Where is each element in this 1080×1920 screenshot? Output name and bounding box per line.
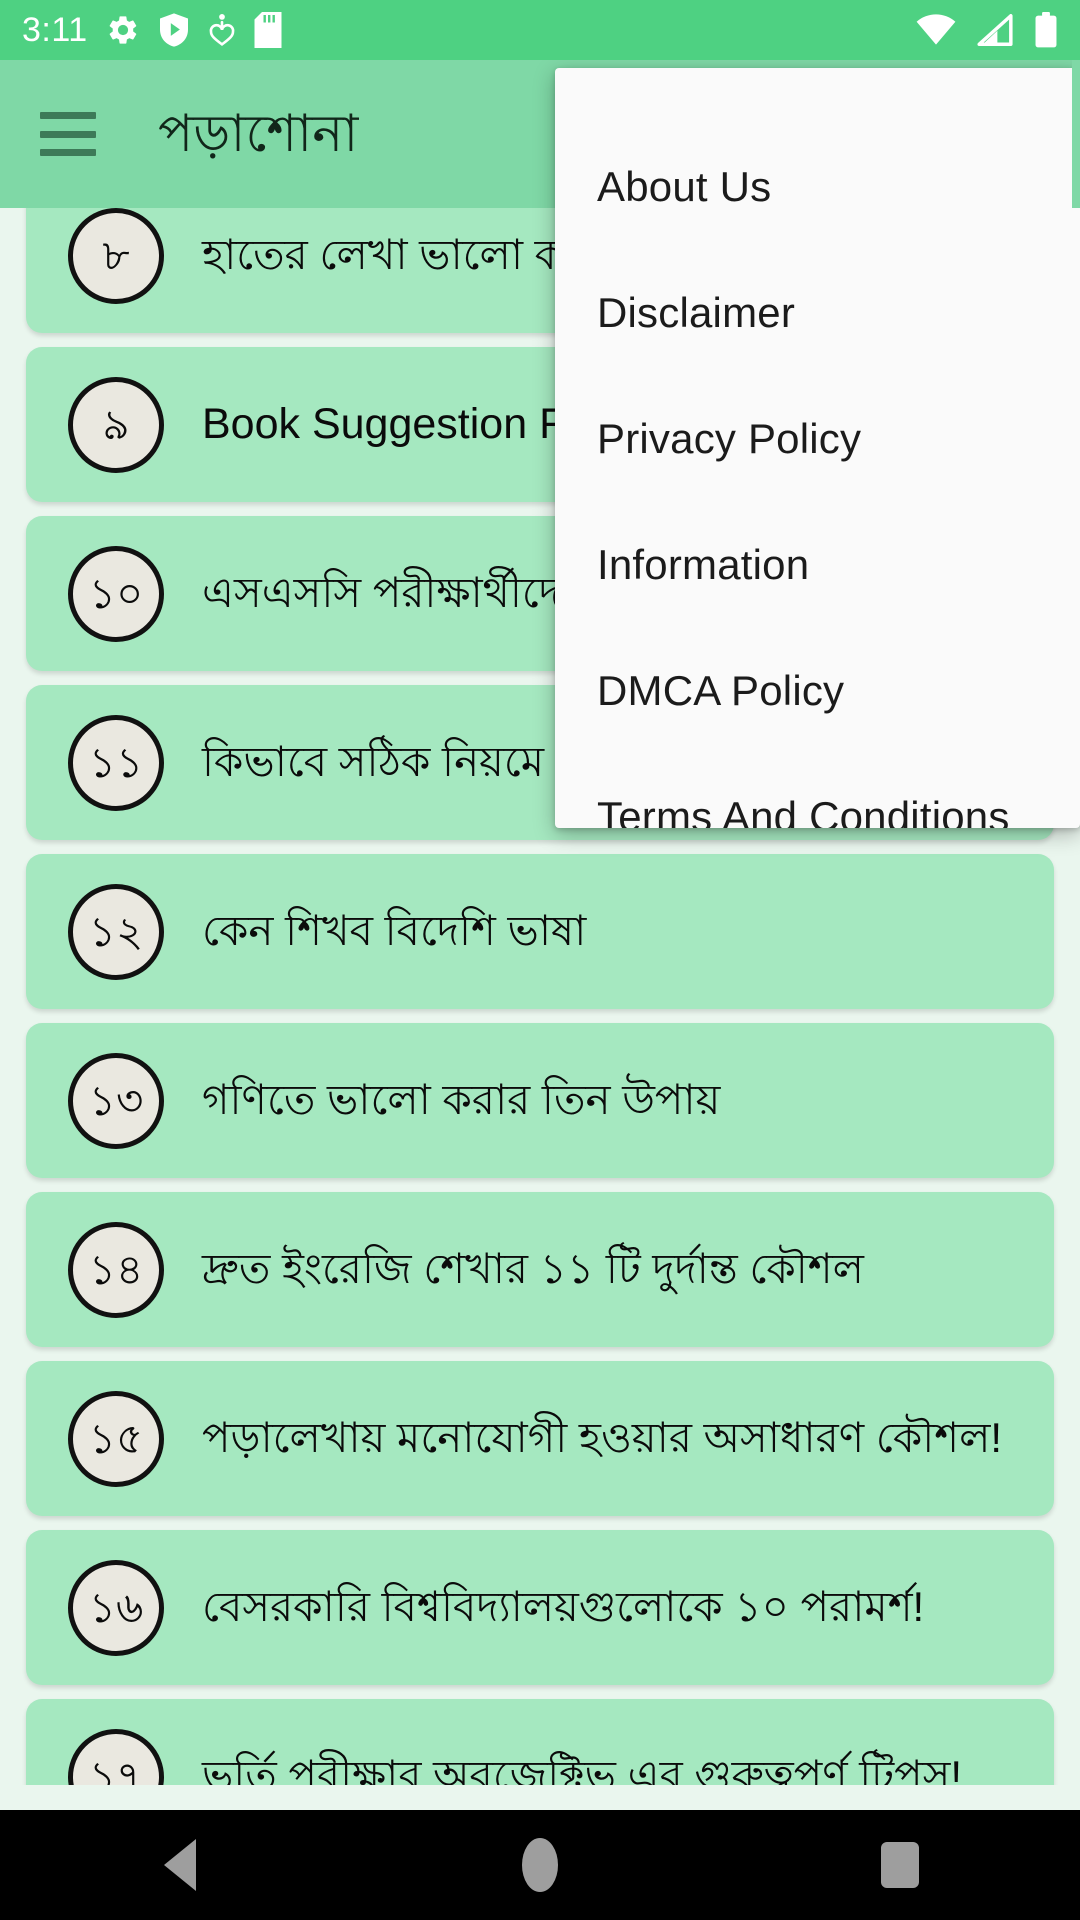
menu-item-privacy-policy[interactable]: Privacy Policy: [555, 376, 1080, 502]
menu-item-dmca-policy[interactable]: DMCA Policy: [555, 628, 1080, 754]
page-title: পড়াশোনা: [158, 105, 359, 163]
status-bar: 3:11: [0, 0, 1080, 60]
mobile-signal-icon: [977, 14, 1013, 46]
circle-home-icon: [522, 1838, 558, 1892]
list-item[interactable]: ১৭ ভর্তি পরীক্ষার অবজেক্টিভ এর গুরুত্বপূর…: [26, 1699, 1054, 1785]
triangle-back-icon: [164, 1839, 196, 1891]
hamburger-line: [40, 149, 96, 156]
status-bar-left-group: 3:11: [22, 12, 282, 48]
list-item-title: বেসরকারি বিশ্ববিদ্যালয়গুলোকে ১০ পরামর্শ…: [202, 1583, 925, 1631]
battery-full-icon: [1035, 12, 1057, 48]
list-item-number-badge: ১৫: [68, 1390, 164, 1487]
list-item-title: Book Suggestion F: [202, 399, 566, 448]
system-navigation-bar: [0, 1810, 1080, 1920]
list-item-number-badge: ১৭: [68, 1728, 164, 1785]
phone-screen: 3:11 পড়াশোনা ৮ হাতের লেখা ভালো ক ৯ Book…: [0, 0, 1080, 1920]
hamburger-line: [40, 130, 96, 138]
list-item-number-badge: ১১: [68, 714, 164, 811]
list-item-title: এসএসসি পরীক্ষার্থীদে: [202, 569, 561, 617]
list-item-number-badge: ১৩: [68, 1052, 164, 1149]
list-item-number-badge: ১৪: [68, 1221, 164, 1318]
home-button[interactable]: [450, 1810, 630, 1920]
menu-item-information[interactable]: Information: [555, 502, 1080, 628]
square-recents-icon: [881, 1842, 919, 1888]
list-item-title: দ্রুত ইংরেজি শেখার ১১ টি দুর্দান্ত কৌশল: [202, 1245, 864, 1293]
list-item[interactable]: ১৪ দ্রুত ইংরেজি শেখার ১১ টি দুর্দান্ত কৌশ…: [26, 1192, 1054, 1347]
heart-pulse-icon: [209, 14, 234, 47]
back-button[interactable]: [90, 1810, 270, 1920]
recents-button[interactable]: [810, 1810, 990, 1920]
menu-item-terms-and-conditions[interactable]: Terms And Conditions: [555, 754, 1080, 828]
status-clock: 3:11: [22, 11, 88, 49]
list-item-title: কিভাবে সঠিক নিয়মে: [202, 738, 545, 786]
list-item-number-badge: ১৬: [68, 1559, 164, 1656]
app-bar-right-edge: [1072, 60, 1080, 208]
list-item-title: ভর্তি পরীক্ষার অবজেক্টিভ এর গুরুত্বপূর্ণ…: [202, 1752, 963, 1785]
list-item-title: কেন শিখব বিদেশি ভাষা: [202, 907, 587, 955]
list-item[interactable]: ১৫ পড়ালেখায় মনোযোগী হওয়ার অসাধারণ কৌশল…: [26, 1361, 1054, 1516]
hamburger-line: [40, 112, 96, 119]
overflow-menu[interactable]: About Us Disclaimer Privacy Policy Informat…: [555, 68, 1080, 828]
wifi-icon: [916, 14, 956, 45]
list-item-title: হাতের লেখা ভালো ক: [202, 231, 565, 279]
menu-item-about-us[interactable]: About Us: [555, 124, 1080, 250]
status-bar-right-group: [916, 12, 1058, 48]
list-item-title: গণিতে ভালো করার তিন উপায়: [202, 1076, 721, 1124]
list-item[interactable]: ১৬ বেসরকারি বিশ্ববিদ্যালয়গুলোকে ১০ পরামর…: [26, 1530, 1054, 1685]
list-item-title: পড়ালেখায় মনোযোগী হওয়ার অসাধারণ কৌশল!: [202, 1414, 1003, 1462]
list-item[interactable]: ১৩ গণিতে ভালো করার তিন উপায়: [26, 1023, 1054, 1178]
sd-card-icon: [254, 12, 282, 48]
menu-item-disclaimer[interactable]: Disclaimer: [555, 250, 1080, 376]
list-item-number-badge: ৯: [68, 376, 164, 473]
play-protect-shield-icon: [159, 13, 188, 47]
gear-icon: [109, 16, 136, 44]
list-item-number-badge: ১২: [68, 883, 164, 980]
list-item-number-badge: ১০: [68, 545, 164, 642]
list-item[interactable]: ১২ কেন শিখব বিদেশি ভাষা: [26, 854, 1054, 1009]
list-item-number-badge: ৮: [68, 208, 164, 304]
hamburger-icon[interactable]: [40, 112, 96, 156]
